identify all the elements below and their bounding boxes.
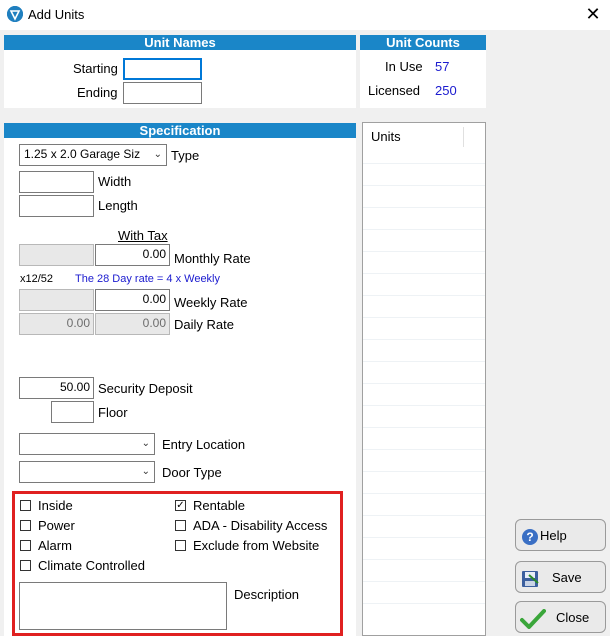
ending-input[interactable] — [123, 82, 202, 104]
grid-line — [363, 273, 485, 274]
starting-input[interactable] — [123, 58, 202, 80]
window-title: Add Units — [28, 7, 85, 22]
chevron-down-icon: ⌄ — [141, 466, 150, 477]
grid-line — [363, 251, 485, 252]
weekly-rate-pretax-input — [19, 289, 94, 311]
width-input[interactable] — [19, 171, 94, 193]
door-type-label: Door Type — [162, 465, 222, 480]
units-listbox[interactable]: Units — [362, 122, 486, 636]
daily-rate-pretax-input: 0.00 — [19, 313, 94, 335]
chevron-down-icon: ⌄ — [141, 438, 150, 449]
grid-line — [363, 493, 485, 494]
app-logo-icon — [7, 6, 23, 22]
length-input[interactable] — [19, 195, 94, 217]
help-button-label: Help — [540, 528, 567, 543]
help-button[interactable]: ? Help — [515, 519, 606, 551]
save-button-label: Save — [552, 570, 582, 585]
monthly-rate-pretax-input — [19, 244, 94, 266]
weekly-rate-input[interactable]: 0.00 — [95, 289, 170, 311]
column-divider — [463, 127, 464, 147]
grid-line — [363, 471, 485, 472]
grid-line — [363, 229, 485, 230]
units-column-header: Units — [371, 129, 401, 144]
close-window-icon[interactable]: ✕ — [582, 3, 604, 25]
help-icon: ? — [520, 527, 540, 547]
ending-label: Ending — [77, 85, 118, 100]
grid-line — [363, 405, 485, 406]
in-use-label: In Use — [385, 59, 423, 74]
licensed-value: 250 — [435, 83, 457, 98]
type-select[interactable]: 1.25 x 2.0 Garage Siz ⌄ — [19, 144, 167, 166]
grid-line — [363, 185, 485, 186]
close-button[interactable]: Close — [515, 601, 606, 633]
floor-input[interactable] — [51, 401, 94, 423]
save-disk-icon — [520, 569, 540, 589]
length-label: Length — [98, 198, 138, 213]
width-label: Width — [98, 174, 132, 189]
starting-label: Starting — [73, 61, 118, 76]
grid-line — [363, 427, 485, 428]
grid-line — [363, 339, 485, 340]
highlight-frame — [12, 491, 343, 636]
in-use-value: 57 — [435, 59, 450, 74]
monthly-rate-input[interactable]: 0.00 — [95, 244, 170, 266]
close-button-label: Close — [556, 610, 590, 625]
grid-line — [363, 537, 485, 538]
save-button[interactable]: Save — [515, 561, 606, 593]
svg-text:?: ? — [526, 530, 533, 544]
entry-location-label: Entry Location — [162, 437, 246, 452]
grid-line — [363, 559, 485, 560]
with-tax-label: With Tax — [118, 228, 168, 243]
grid-line — [363, 295, 485, 296]
checkmark-icon — [520, 609, 546, 629]
type-select-value: 1.25 x 2.0 Garage Siz — [24, 147, 141, 161]
security-deposit-input[interactable]: 50.00 — [19, 377, 94, 399]
type-label: Type — [171, 148, 200, 163]
x12-52-label: x12/52 — [20, 273, 54, 285]
security-deposit-label: Security Deposit — [98, 381, 193, 396]
day28-note: The 28 Day rate = 4 x Weekly — [75, 273, 221, 285]
floor-label: Floor — [98, 405, 128, 420]
unit-counts-header: Unit Counts — [360, 35, 486, 50]
title-bar — [0, 0, 610, 30]
daily-rate-label: Daily Rate — [174, 317, 234, 332]
grid-line — [363, 207, 485, 208]
grid-line — [363, 581, 485, 582]
door-type-select[interactable]: ⌄ — [19, 461, 155, 483]
entry-location-select[interactable]: ⌄ — [19, 433, 155, 455]
specification-header: Specification — [4, 123, 356, 138]
grid-line — [363, 317, 485, 318]
grid-line — [363, 515, 485, 516]
grid-line — [363, 383, 485, 384]
grid-line — [363, 603, 485, 604]
daily-rate-input: 0.00 — [95, 313, 170, 335]
grid-line — [363, 361, 485, 362]
monthly-rate-label: Monthly Rate — [174, 251, 251, 266]
unit-names-header: Unit Names — [4, 35, 356, 50]
licensed-label: Licensed — [368, 83, 421, 98]
chevron-down-icon: ⌄ — [153, 149, 162, 160]
grid-line — [363, 449, 485, 450]
weekly-rate-label: Weekly Rate — [174, 295, 248, 310]
grid-line — [363, 163, 485, 164]
